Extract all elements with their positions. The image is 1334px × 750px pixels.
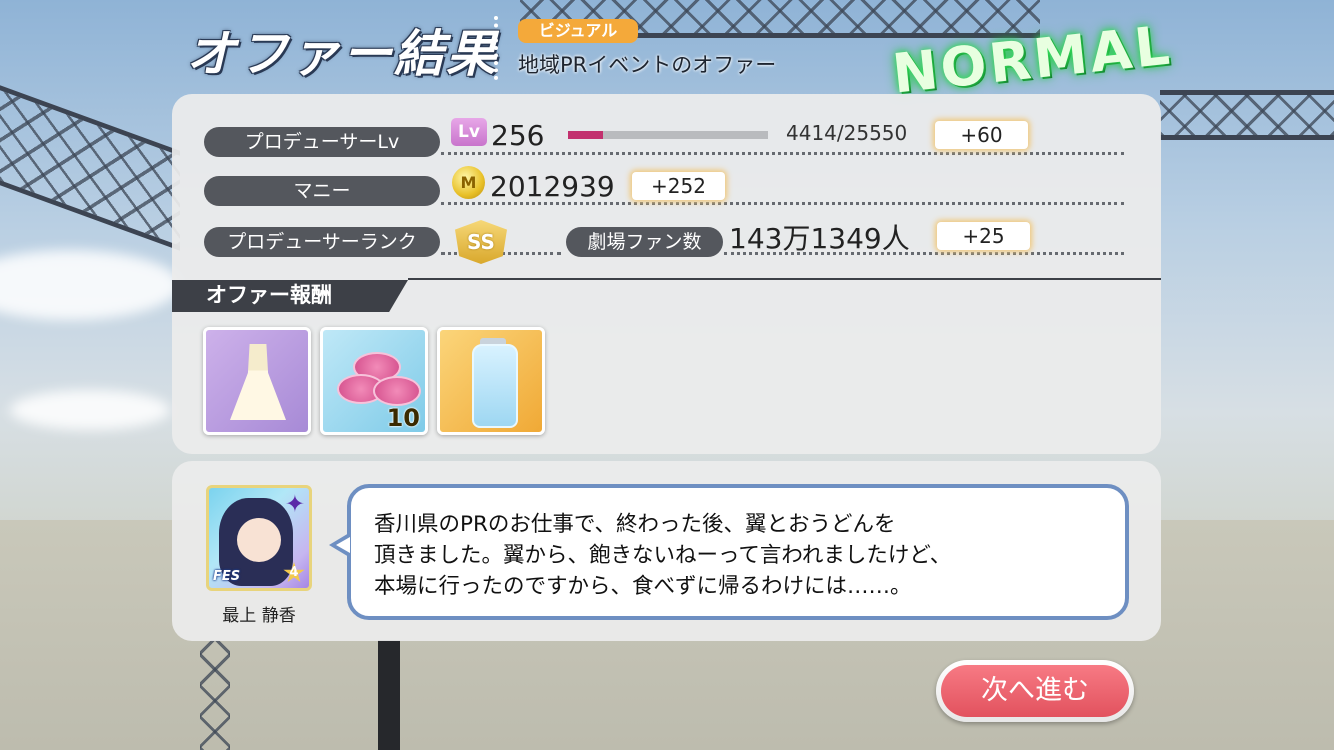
next-button[interactable]: 次へ進む — [936, 660, 1134, 722]
money-label: マニー — [204, 176, 440, 206]
money-value: 2012939 — [490, 170, 615, 203]
fans-gain-badge: +25 — [937, 222, 1030, 250]
producer-level-value: 256 — [491, 119, 545, 152]
bath-time-bottle-icon — [472, 344, 518, 428]
reward-quantity: 10 — [386, 404, 420, 432]
reward-item-dress[interactable] — [203, 327, 311, 435]
dress-costume-icon — [230, 344, 286, 420]
exp-progress-bar — [568, 131, 768, 139]
stage-pole — [378, 640, 400, 750]
message-line-1: 香川県のPRのお仕事で、終わった後、翼とおうどんを — [374, 512, 896, 537]
producer-rank-label: プロデューサーランク — [204, 227, 440, 257]
message-line-3: 本場に行ったのですから、食べずに帰るわけには……。 — [374, 574, 912, 599]
level-icon: Lv — [451, 118, 487, 146]
theater-fans-label: 劇場ファン数 — [566, 227, 723, 257]
offer-subtitle: 地域PRイベントのオファー — [518, 53, 777, 77]
theater-fans-value: 143万1349人 — [729, 222, 910, 255]
reward-header: オファー報酬 — [172, 280, 408, 312]
candy-coins-icon — [373, 376, 421, 406]
stage-truss — [200, 640, 230, 750]
page-title: オファー結果 — [186, 25, 498, 83]
money-coin-icon: M — [452, 166, 485, 199]
producer-lv-label: プロデューサーLv — [204, 127, 440, 157]
exp-progress-fill — [568, 131, 603, 139]
stage-truss — [1160, 90, 1334, 140]
money-gain-badge: +252 — [632, 172, 725, 200]
reward-item-bath-bottle[interactable] — [437, 327, 545, 435]
reward-item-candy[interactable]: 10 — [320, 327, 428, 435]
reward-divider — [408, 278, 1161, 280]
stage-truss — [0, 85, 180, 251]
type-badge: ビジュアル — [518, 19, 638, 43]
exp-text: 4414/25550 — [786, 121, 908, 145]
title-divider — [494, 16, 498, 80]
character-avatar[interactable]: ✦ FES 4 — [206, 485, 312, 591]
fes-badge: FES — [213, 569, 241, 584]
message-line-2: 頂きました。翼から、飽きないねーって言われましたけど、 — [374, 543, 952, 568]
row-divider — [441, 152, 1124, 155]
speech-bubble-tail-inner — [336, 537, 350, 553]
exp-gain-badge: +60 — [935, 121, 1028, 149]
sparkle-icon: ✦ — [284, 490, 305, 518]
cloud — [10, 390, 170, 430]
character-name: 最上 静香 — [222, 606, 296, 626]
next-button-label: 次へ進む — [941, 665, 1129, 717]
cloud — [0, 250, 180, 320]
reward-header-text: オファー報酬 — [206, 283, 332, 307]
avatar-face — [237, 518, 281, 562]
